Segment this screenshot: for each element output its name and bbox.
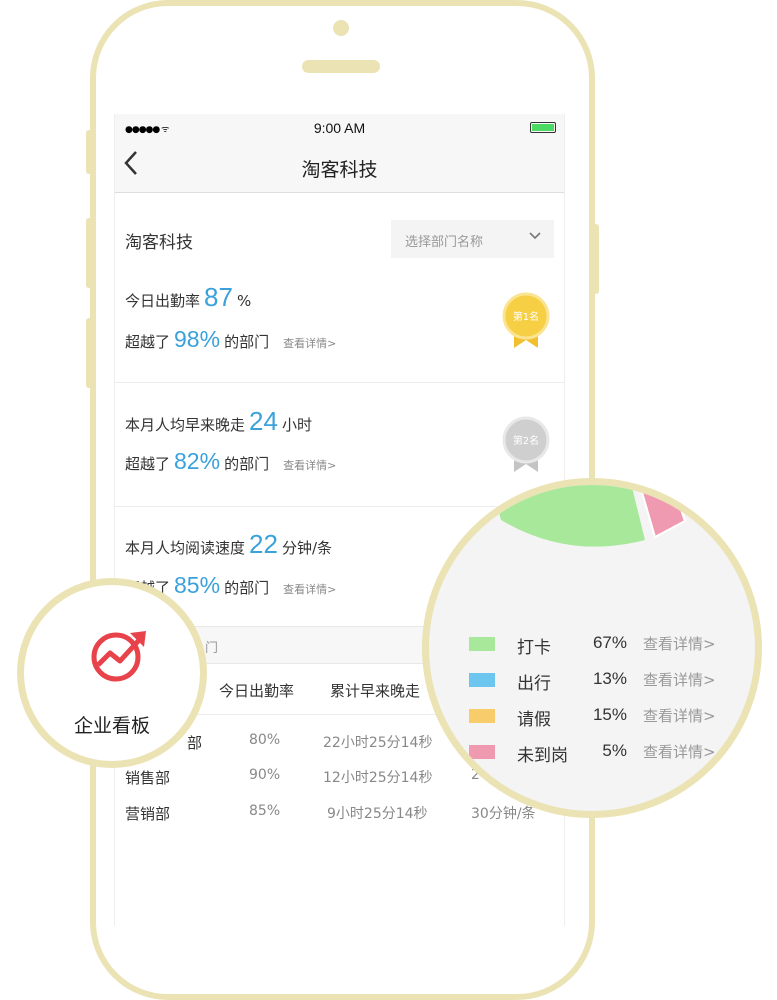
divider [115,382,564,383]
camera-icon [333,20,349,36]
page-title: 淘客科技 [301,159,378,181]
view-details-link[interactable]: 查看详情> [643,741,716,762]
cell-rate: 85% [249,803,281,819]
legend-item[interactable]: 未到岗 5% 查看详情> [469,739,755,766]
beat-suffix: 的部门 [224,579,270,597]
nav-bar: 淘客科技 [115,142,564,193]
department-select[interactable]: 选择部门名称 [391,220,554,258]
beat-value: 82% [174,448,221,474]
legend-name: 请假 [517,710,551,730]
stat-label: 今日出勤率 [125,292,201,310]
pie-zoom-circle: 打卡 67% 查看详情> 出行 13% 查看详情> 请假 15% 查看详情> 未到岗 5% 查看详情> [422,478,762,818]
legend-item[interactable]: 出行 13% 查看详情> [469,667,755,694]
medal-label: 第2名 [513,434,539,447]
stat-overtime-beat: 超越了 82% 的部门 查看详情> [125,448,336,475]
cell-rate: 90% [249,767,281,783]
cell-dept: 营销部 [125,805,171,823]
legend-swatch [469,745,495,759]
stat-unit: 小时 [281,416,312,434]
cell-rate: 80% [249,732,281,748]
volume-up-button [86,218,92,288]
legend-swatch [469,709,495,723]
stat-reading-row: 本月人均阅读速度 22 分钟/条 [125,529,332,560]
view-details-link[interactable]: 查看详情> [283,583,336,596]
column-header: 今日出勤率 [219,682,295,700]
view-details-link[interactable]: 查看详情> [643,705,716,726]
silver-medal-icon: 第2名 [502,416,550,472]
growth-chart-icon [91,631,146,682]
beat-value: 85% [174,572,221,598]
view-details-link[interactable]: 查看详情> [643,633,716,654]
legend-name: 未到岗 [517,746,568,766]
stat-label: 本月人均早来晚走 [125,416,246,434]
view-details-link[interactable]: 查看详情> [643,669,716,690]
stat-unit: 分钟/条 [281,539,332,557]
view-details-link[interactable]: 查看详情> [283,337,336,350]
table-section-title: 门 [205,641,219,656]
legend-percent: 13% [592,669,627,688]
gold-medal-icon: 第1名 [502,292,550,348]
stat-label: 本月人均阅读速度 [125,539,246,557]
beat-value: 98% [174,326,221,352]
beat-prefix: 超越了 [125,455,171,473]
mute-switch [86,130,92,174]
cell-time: 22小时25分14秒 [323,735,433,751]
battery-icon [530,122,556,133]
beat-suffix: 的部门 [224,333,270,351]
volume-down-button [86,318,92,388]
stat-value: 87 [204,282,233,312]
status-bar: ●●●●● ᯤ 9:00 AM [115,114,564,142]
board-label: 企业看板 [73,715,150,737]
power-button [593,224,599,294]
stat-value: 22 [249,529,278,559]
cell-dept: 销售部 [125,769,171,787]
status-time: 9:00 AM [313,120,366,136]
stat-attendance-beat: 超越了 98% 的部门 查看详情> [125,326,336,353]
beat-suffix: 的部门 [224,455,270,473]
stat-value: 24 [249,406,278,436]
board-zoom-circle[interactable]: 企业看板 [17,578,207,768]
stat-attendance-row: 今日出勤率 87% [125,282,251,313]
legend-swatch [469,637,495,651]
stat-overtime-row: 本月人均早来晚走 24 小时 [125,406,312,437]
legend-percent: 67% [592,633,627,652]
legend-item[interactable]: 打卡 67% 查看详情> [469,631,755,658]
legend-percent: 15% [592,705,627,724]
speaker-grille [302,60,380,73]
medal-label: 第1名 [513,310,539,323]
beat-prefix: 超越了 [125,333,171,351]
legend-swatch [469,673,495,687]
company-name: 淘客科技 [125,233,193,253]
legend-percent: 5% [602,741,627,760]
legend-item[interactable]: 请假 15% 查看详情> [469,703,755,730]
legend-name: 打卡 [517,638,551,658]
column-header: 累计早来晚走 [330,682,421,700]
cell-time: 9小时25分14秒 [327,806,428,822]
legend-name: 出行 [517,674,551,694]
department-select-placeholder: 选择部门名称 [405,235,484,250]
chevron-down-icon [528,229,542,247]
stat-unit: % [236,292,252,310]
view-details-link[interactable]: 查看详情> [283,459,336,472]
cell-time: 12小时25分14秒 [323,770,433,786]
